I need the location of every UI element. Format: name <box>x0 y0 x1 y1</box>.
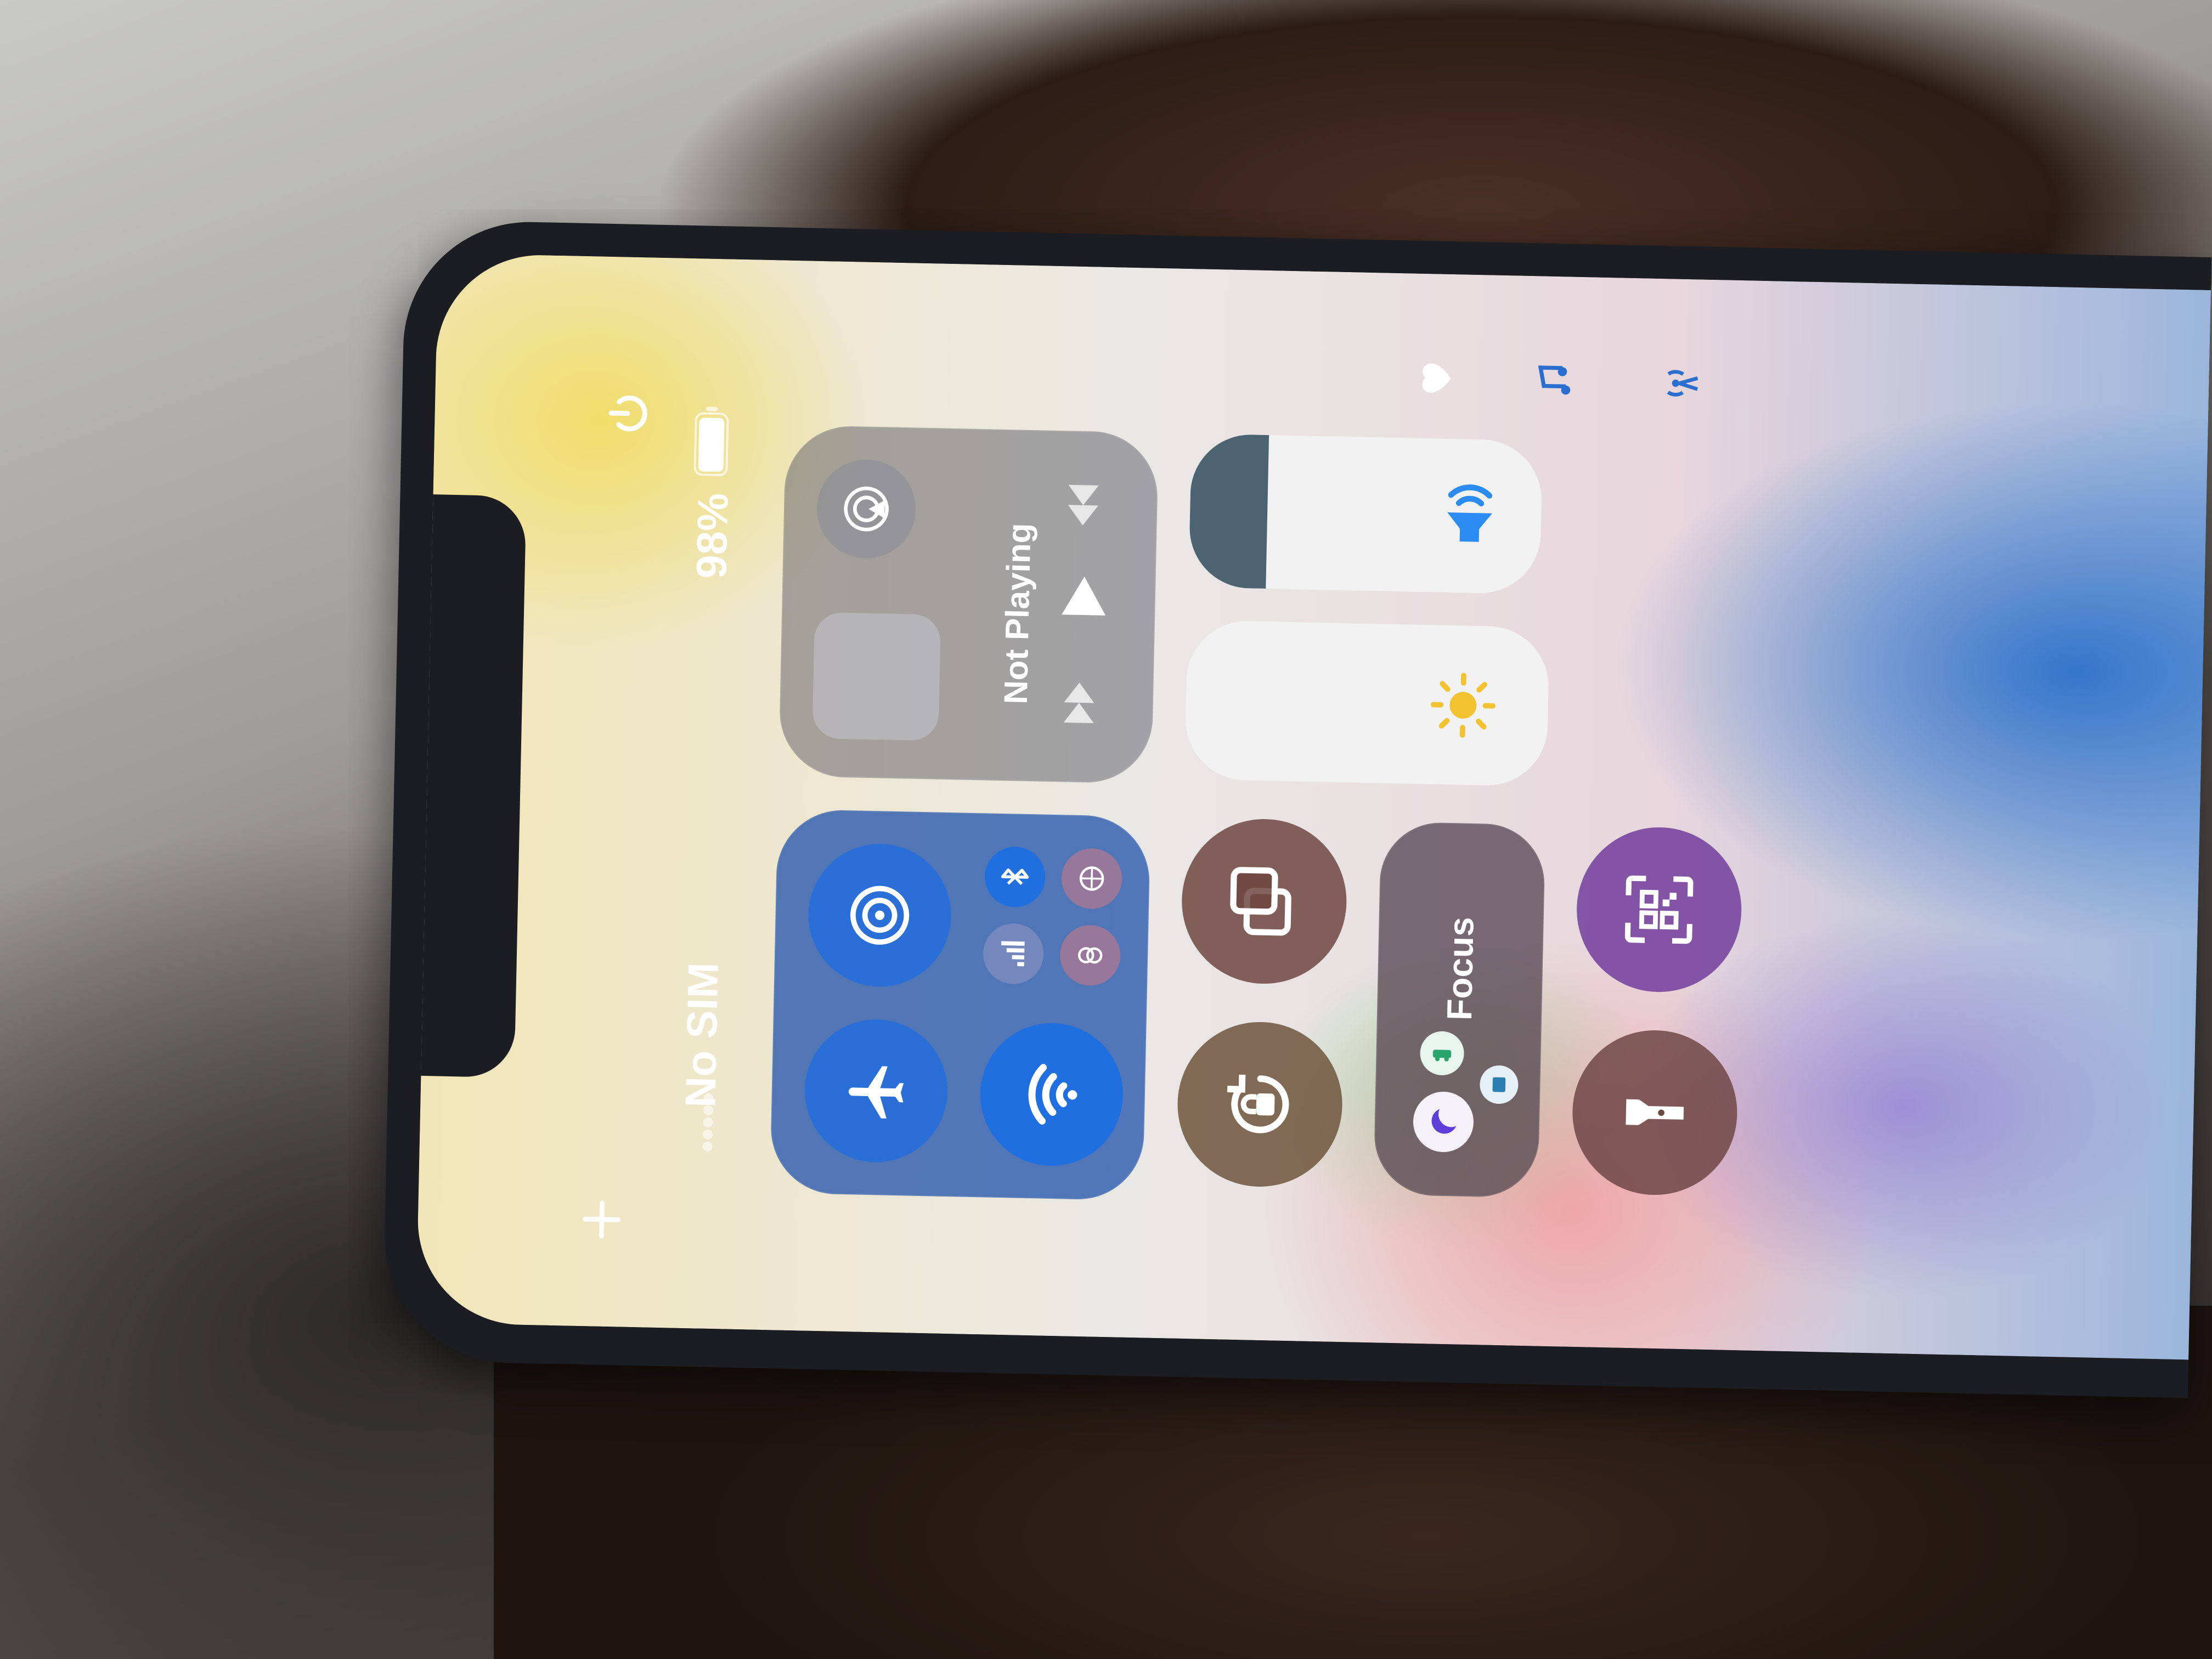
play-button[interactable] <box>1051 565 1118 632</box>
airdrop-icon <box>850 885 910 945</box>
signal-tower-icon <box>1658 361 1703 406</box>
airplane-mode-button[interactable] <box>803 1018 949 1164</box>
vpn-button[interactable] <box>1059 924 1121 986</box>
moon-icon <box>1412 1091 1475 1153</box>
focus-module[interactable]: Focus <box>1373 821 1546 1198</box>
focus-label: Focus <box>1439 916 1481 1021</box>
music-note-icon <box>1532 358 1577 403</box>
volume-slider-fill <box>1188 433 1269 589</box>
bluetooth-icon <box>1001 868 1029 885</box>
power-icon[interactable] <box>605 388 655 439</box>
notch <box>421 494 527 1078</box>
sun-icon <box>1427 669 1500 742</box>
cellular-button[interactable] <box>983 923 1045 985</box>
skip-back-icon <box>1068 484 1099 526</box>
play-icon <box>1062 577 1106 616</box>
now-playing-module: Not Playing <box>778 425 1159 784</box>
brightness-slider-fill <box>1184 620 1188 779</box>
airdrop-button[interactable] <box>806 842 953 989</box>
control-center: 98% No SIM Not Playing Focus <box>415 253 2211 1360</box>
vpn-icon <box>1077 947 1103 964</box>
airplay-icon <box>844 486 889 532</box>
battery-percent: 98% <box>687 492 737 579</box>
skip-forward-icon <box>1063 682 1094 724</box>
wifi-button[interactable] <box>979 1022 1125 1167</box>
satellite-button[interactable] <box>1060 848 1123 910</box>
airplay-button[interactable] <box>816 458 917 560</box>
driving-focus-icon <box>1419 1031 1465 1076</box>
flashlight-icon <box>1626 1099 1684 1125</box>
rotation-lock-icon <box>1227 1074 1289 1133</box>
cellular-icon <box>1001 941 1025 967</box>
skip-forward-button[interactable] <box>1048 672 1110 733</box>
brightness-slider[interactable] <box>1184 620 1550 787</box>
plus-icon[interactable] <box>577 1194 627 1245</box>
screen-mirror-button[interactable] <box>1180 817 1348 986</box>
bluetooth-button[interactable] <box>984 846 1046 908</box>
now-playing-title: Not Playing <box>997 522 1038 705</box>
wifi-icon <box>1028 1064 1077 1125</box>
phone: 98% No SIM Not Playing Focus <box>382 219 2212 1398</box>
album-art-placeholder <box>812 612 941 741</box>
screen-mirror-icon <box>1230 867 1291 936</box>
flashlight-button[interactable] <box>1571 1028 1739 1197</box>
heart-icon <box>1412 356 1457 400</box>
volume-slider[interactable] <box>1188 433 1543 595</box>
cellular-signal-dots <box>701 1092 716 1153</box>
qr-code-icon <box>1624 875 1694 944</box>
speaker-icon <box>1431 477 1509 555</box>
qr-scanner-button[interactable] <box>1575 826 1743 994</box>
rotation-lock-button[interactable] <box>1176 1020 1344 1189</box>
work-focus-icon <box>1479 1065 1519 1104</box>
skip-back-button[interactable] <box>1052 475 1114 536</box>
airplane-icon <box>848 1066 904 1119</box>
battery-icon <box>693 404 729 477</box>
satellite-icon <box>1079 866 1104 891</box>
connectivity-module <box>769 809 1151 1201</box>
